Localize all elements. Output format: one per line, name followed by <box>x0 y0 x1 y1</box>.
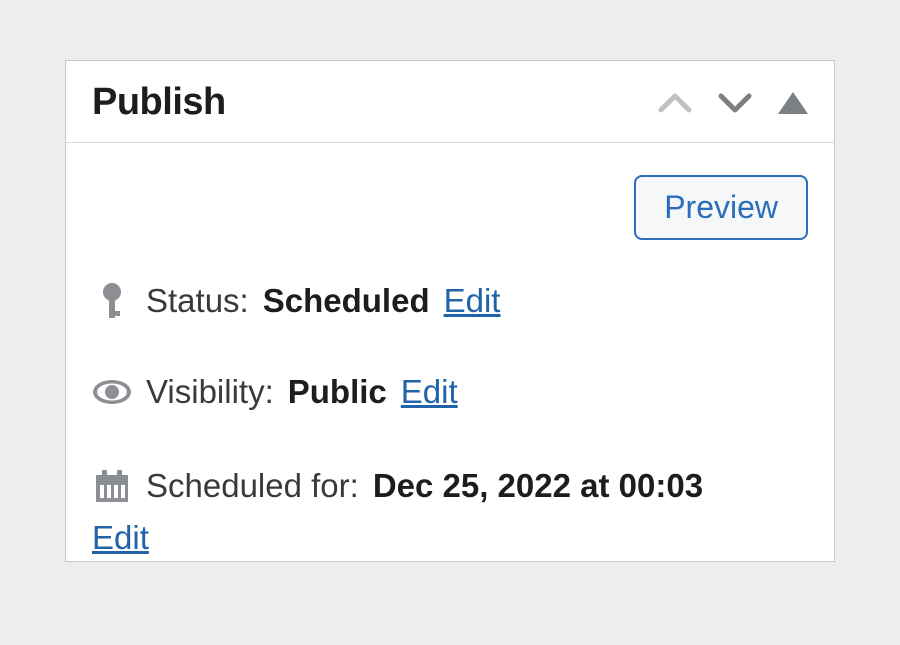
preview-row: Preview <box>92 143 808 280</box>
visibility-row: Visibility: Public Edit <box>92 371 808 414</box>
visibility-value: Public <box>288 371 387 414</box>
status-edit-link[interactable]: Edit <box>444 280 501 323</box>
preview-button[interactable]: Preview <box>634 175 808 240</box>
visibility-edit-link[interactable]: Edit <box>401 371 458 414</box>
visibility-label: Visibility: <box>146 371 274 414</box>
collapse-toggle-icon[interactable] <box>778 92 808 114</box>
eye-icon <box>92 379 132 405</box>
key-icon <box>92 281 132 321</box>
move-up-icon[interactable] <box>658 92 692 114</box>
status-value: Scheduled <box>263 280 430 323</box>
panel-header-controls <box>658 92 808 114</box>
publish-panel: Publish Preview <box>65 60 835 562</box>
status-label: Status: <box>146 280 249 323</box>
status-row: Status: Scheduled Edit <box>92 280 808 323</box>
panel-header: Publish <box>66 61 834 143</box>
calendar-icon <box>92 468 132 504</box>
schedule-value: Dec 25, 2022 at 00:03 <box>373 462 703 510</box>
schedule-row: Scheduled for: Dec 25, 2022 at 00:03 Edi… <box>92 462 808 562</box>
move-down-icon[interactable] <box>718 92 752 114</box>
schedule-edit-link[interactable]: Edit <box>92 514 808 562</box>
schedule-label: Scheduled for: <box>146 462 359 510</box>
panel-title: Publish <box>92 81 226 124</box>
panel-body: Preview Status: Scheduled Edit <box>66 143 834 561</box>
